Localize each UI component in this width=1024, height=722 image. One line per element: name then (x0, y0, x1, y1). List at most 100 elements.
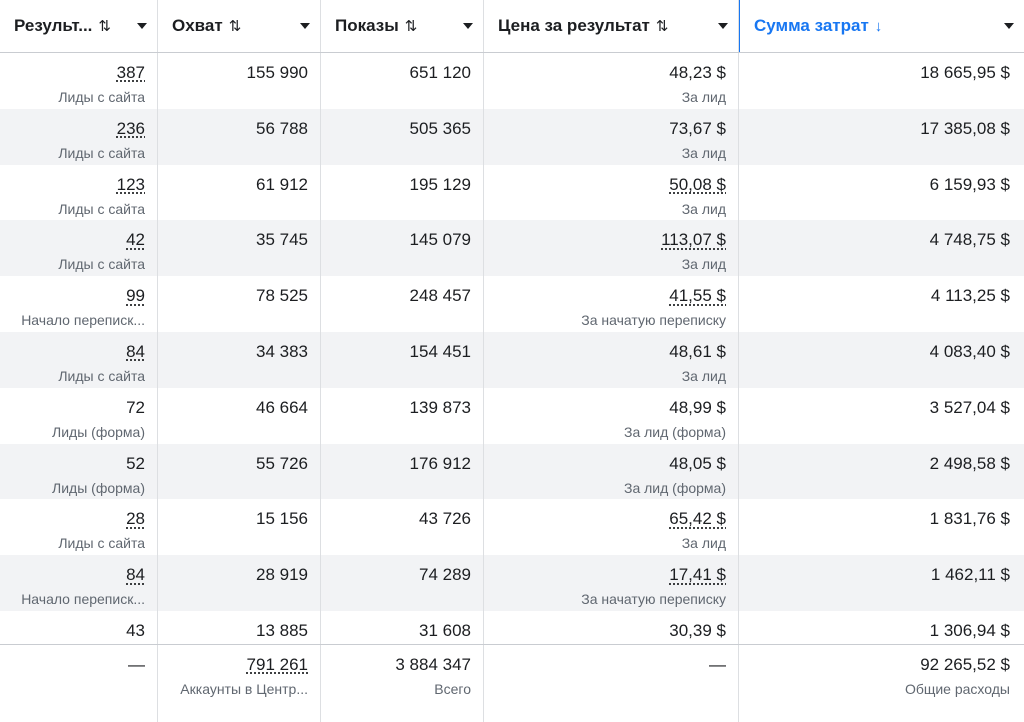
table-row: 236 Лиды с сайта 56 788 505 365 73,67 $ За ли… (0, 109, 1024, 165)
cost-per-result-cell: 48,23 $ За лид (484, 53, 739, 109)
cost-per-result-cell: 48,05 $ За лид (форма) (484, 444, 739, 500)
column-header-cost-per-result[interactable]: Цена за результат ⇅ (484, 0, 739, 52)
results-value[interactable]: 387 (0, 63, 145, 83)
results-cell: 99 Начало переписк... (0, 276, 158, 332)
amount-spent-value: 4 083,40 $ (739, 342, 1010, 362)
cost-per-result-value: 48,23 $ (484, 63, 726, 83)
results-cell: 72 Лиды (форма) (0, 388, 158, 444)
cost-per-result-type: За лид (484, 368, 726, 384)
results-value[interactable]: 99 (0, 286, 145, 306)
reach-cell: 55 726 (158, 444, 321, 500)
results-type: Лиды (форма) (0, 480, 145, 496)
amount-spent-cell: 17 385,08 $ (739, 109, 1024, 165)
results-value[interactable]: 84 (0, 342, 145, 362)
column-header-results[interactable]: Результ... ⇅ (0, 0, 158, 52)
results-cell: 84 Лиды с сайта (0, 332, 158, 388)
results-value[interactable]: 42 (0, 230, 145, 250)
cost-per-result-value[interactable]: 65,42 $ (484, 509, 726, 529)
amount-spent-value: 1 831,76 $ (739, 509, 1010, 529)
totals-reach-label: Аккаунты в Центр... (158, 681, 308, 697)
totals-cpr-cell: — (484, 645, 739, 722)
table-header: Результ... ⇅ Охват ⇅ Показы ⇅ Цена за ре… (0, 0, 1024, 53)
results-cell: 52 Лиды (форма) (0, 444, 158, 500)
cost-per-result-type: За начатую переписку (484, 591, 726, 607)
amount-spent-value: 4 748,75 $ (739, 230, 1010, 250)
results-cell: 236 Лиды с сайта (0, 109, 158, 165)
results-value[interactable]: 123 (0, 175, 145, 195)
cost-per-result-cell: 41,55 $ За начатую переписку (484, 276, 739, 332)
reach-cell: 35 745 (158, 220, 321, 276)
cost-per-result-type: За лид (форма) (484, 424, 726, 440)
cost-per-result-value: 48,99 $ (484, 398, 726, 418)
chevron-down-icon[interactable] (1004, 23, 1014, 29)
reach-value: 13 885 (158, 621, 308, 641)
column-header-amount-spent[interactable]: Сумма затрат ↓ (739, 0, 1024, 52)
sort-icon[interactable]: ⇅ (229, 17, 242, 35)
totals-impressions-cell: 3 884 347 Всего (321, 645, 484, 722)
cost-per-result-type: За начатую переписку (484, 312, 726, 328)
results-cell: 28 Лиды с сайта (0, 499, 158, 555)
cost-per-result-value[interactable]: 41,55 $ (484, 286, 726, 306)
cost-per-result-value[interactable]: 17,41 $ (484, 565, 726, 585)
cost-per-result-cell: 113,07 $ За лид (484, 220, 739, 276)
impressions-cell: 145 079 (321, 220, 484, 276)
table-body: 387 Лиды с сайта 155 990 651 120 48,23 $ За л… (0, 53, 1024, 667)
amount-spent-value: 3 527,04 $ (739, 398, 1010, 418)
cost-per-result-value[interactable]: 113,07 $ (484, 230, 726, 250)
cost-per-result-cell: 17,41 $ За начатую переписку (484, 555, 739, 611)
amount-spent-cell: 1 462,11 $ (739, 555, 1024, 611)
amount-spent-cell: 6 159,93 $ (739, 165, 1024, 221)
chevron-down-icon[interactable] (718, 23, 728, 29)
reach-value: 56 788 (158, 119, 308, 139)
results-cell: 387 Лиды с сайта (0, 53, 158, 109)
amount-spent-value: 1 462,11 $ (739, 565, 1010, 585)
results-value[interactable]: 236 (0, 119, 145, 139)
amount-spent-value: 6 159,93 $ (739, 175, 1010, 195)
impressions-cell: 43 726 (321, 499, 484, 555)
sort-icon[interactable]: ⇅ (656, 17, 669, 35)
results-value[interactable]: 28 (0, 509, 145, 529)
results-value: 52 (0, 454, 145, 474)
totals-reach-cell: 791 261 Аккаунты в Центр... (158, 645, 321, 722)
results-type: Лиды с сайта (0, 535, 145, 551)
cost-per-result-value: 48,61 $ (484, 342, 726, 362)
chevron-down-icon[interactable] (463, 23, 473, 29)
table-totals-row: — 791 261 Аккаунты в Центр... 3 884 347 … (0, 644, 1024, 722)
impressions-value: 74 289 (321, 565, 471, 585)
results-value[interactable]: 84 (0, 565, 145, 585)
impressions-value: 154 451 (321, 342, 471, 362)
table-row: 52 Лиды (форма) 55 726 176 912 48,05 $ За лид… (0, 444, 1024, 500)
impressions-value: 145 079 (321, 230, 471, 250)
column-label: Охват (172, 16, 223, 36)
sort-icon[interactable]: ⇅ (405, 17, 418, 35)
impressions-cell: 154 451 (321, 332, 484, 388)
reach-value: 55 726 (158, 454, 308, 474)
chevron-down-icon[interactable] (300, 23, 310, 29)
results-value: 43 (0, 621, 145, 641)
cost-per-result-type: За лид (484, 201, 726, 217)
amount-spent-cell: 4 113,25 $ (739, 276, 1024, 332)
cost-per-result-value[interactable]: 50,08 $ (484, 175, 726, 195)
amount-spent-cell: 4 748,75 $ (739, 220, 1024, 276)
column-header-reach[interactable]: Охват ⇅ (158, 0, 321, 52)
reach-cell: 34 383 (158, 332, 321, 388)
totals-results: — (0, 655, 145, 675)
results-cell: 84 Начало переписк... (0, 555, 158, 611)
cost-per-result-type: За лид (форма) (484, 480, 726, 496)
reach-value: 78 525 (158, 286, 308, 306)
sort-desc-icon[interactable]: ↓ (875, 18, 883, 35)
totals-reach[interactable]: 791 261 (158, 655, 308, 675)
totals-impressions: 3 884 347 (321, 655, 471, 675)
sort-icon[interactable]: ⇅ (98, 17, 111, 35)
column-label: Результ... (14, 16, 92, 36)
chevron-down-icon[interactable] (137, 23, 147, 29)
results-type: Лиды с сайта (0, 256, 145, 272)
totals-spend-cell: 92 265,52 $ Общие расходы (739, 645, 1024, 722)
column-header-impressions[interactable]: Показы ⇅ (321, 0, 484, 52)
reach-cell: 61 912 (158, 165, 321, 221)
cost-per-result-value: 30,39 $ (484, 621, 726, 641)
ads-results-table: Результ... ⇅ Охват ⇅ Показы ⇅ Цена за ре… (0, 0, 1024, 721)
results-type: Лиды с сайта (0, 201, 145, 217)
table-row: 99 Начало переписк... 78 525 248 457 41,55 $… (0, 276, 1024, 332)
column-label: Цена за результат (498, 16, 650, 36)
